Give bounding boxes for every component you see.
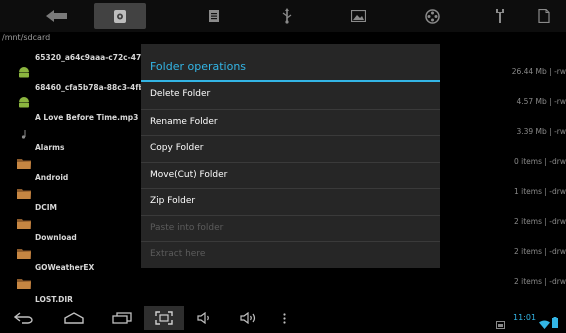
current-path: /mnt/sdcard — [2, 33, 51, 42]
battery-icon — [552, 313, 558, 332]
rename-folder-item[interactable]: Rename Folder — [141, 108, 440, 136]
file-name: 65320_a64c9aaa-c72c-478 — [35, 53, 147, 62]
top-toolbar — [0, 0, 566, 32]
zip-folder-item[interactable]: Zip Folder — [141, 188, 440, 215]
back-icon[interactable] — [8, 306, 40, 330]
wifi-icon — [539, 314, 550, 333]
image-icon[interactable] — [336, 3, 380, 29]
dialog-title: Folder operations — [150, 60, 247, 73]
file-name: Download — [35, 233, 77, 242]
file-name: A Love Before Time.mp3 — [35, 113, 139, 122]
navigation-bar: 11:01 — [0, 306, 566, 330]
document-icon[interactable] — [192, 3, 236, 29]
volume-up-icon[interactable] — [236, 306, 262, 330]
recent-apps-icon[interactable] — [106, 306, 138, 330]
screenshot-icon[interactable] — [144, 306, 184, 330]
film-reel-icon[interactable] — [410, 3, 454, 29]
file-name: 68460_cfa5b78a-88c3-4fb0 — [35, 83, 150, 92]
usb-icon[interactable] — [265, 3, 309, 29]
volume-down-icon[interactable] — [194, 306, 216, 330]
home-icon[interactable] — [58, 306, 90, 330]
tools-icon[interactable] — [478, 3, 522, 29]
extract-here-item: Extract here — [141, 241, 440, 268]
folder-operations-dialog: Folder operations Delete Folder Rename F… — [141, 44, 440, 268]
status-clock: 11:01 — [513, 313, 537, 322]
paste-into-folder-item: Paste into folder — [141, 214, 440, 242]
sdcard-icon[interactable] — [94, 3, 146, 29]
file-icon[interactable] — [524, 3, 564, 29]
delete-folder-item[interactable]: Delete Folder — [141, 82, 440, 109]
file-name: LOST.DIR — [35, 295, 73, 304]
file-name: Android — [35, 173, 69, 182]
back-arrow-icon[interactable] — [32, 3, 82, 29]
notification-icon — [496, 314, 505, 333]
file-name: GOWeatherEX — [35, 263, 95, 272]
copy-folder-item[interactable]: Copy Folder — [141, 135, 440, 162]
menu-icon[interactable] — [278, 306, 290, 330]
list-item[interactable]: LOST.DIR — [0, 284, 566, 306]
dialog-menu: Delete Folder Rename Folder Copy Folder … — [141, 82, 440, 268]
file-name: DCIM — [35, 203, 57, 212]
file-name: Alarms — [35, 143, 65, 152]
move-cut-folder-item[interactable]: Move(Cut) Folder — [141, 161, 440, 189]
